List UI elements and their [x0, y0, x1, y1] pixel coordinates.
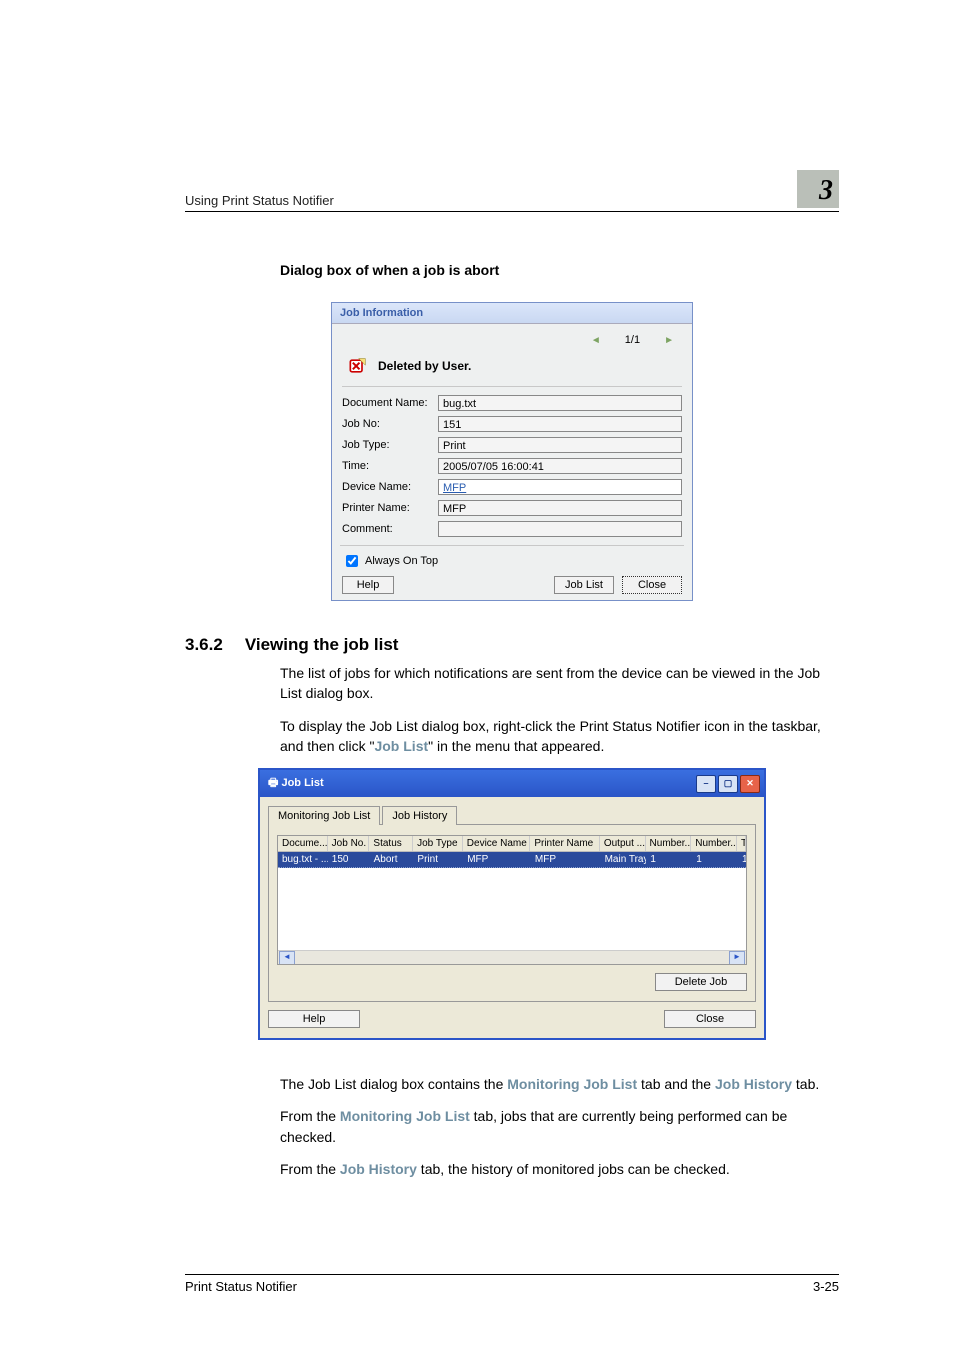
job-type-field: Print — [438, 437, 682, 453]
col-status[interactable]: Status — [369, 836, 413, 851]
job-no-label: Job No: — [342, 418, 438, 430]
scroll-left-icon[interactable]: ◄ — [279, 951, 295, 965]
term-job-history: Job History — [715, 1076, 792, 1092]
job-table: Docume... Job No. Status Job Type Device… — [277, 835, 747, 965]
always-on-top-checkbox[interactable] — [346, 555, 358, 567]
paragraph: The Job List dialog box contains the Mon… — [280, 1074, 839, 1094]
job-list-button[interactable]: Job List — [554, 576, 614, 594]
section-number: 3.6.2 — [185, 635, 223, 655]
maximize-button[interactable]: ▢ — [718, 775, 738, 793]
close-window-button[interactable]: ✕ — [740, 775, 760, 793]
help-button[interactable]: Help — [268, 1010, 360, 1028]
paragraph: From the Job History tab, the history of… — [280, 1159, 839, 1179]
help-button[interactable]: Help — [342, 576, 394, 594]
paragraph: From the Monitoring Job List tab, jobs t… — [280, 1106, 839, 1147]
page-count: 1/1 — [625, 334, 640, 346]
close-button[interactable]: Close — [622, 576, 682, 594]
term-monitoring-job-list: Monitoring Job List — [507, 1076, 637, 1092]
job-no-field: 151 — [438, 416, 682, 432]
app-icon: 🖶 — [268, 777, 281, 789]
window-titlebar: 🖶 Job List – ▢ ✕ — [260, 770, 764, 797]
next-arrow-icon[interactable]: ► — [658, 335, 680, 346]
delete-status-icon — [346, 356, 368, 376]
col-job-no[interactable]: Job No. — [328, 836, 370, 851]
time-field: 2005/07/05 16:00:41 — [438, 458, 682, 474]
document-name-label: Document Name: — [342, 397, 438, 409]
job-information-dialog: Job Information ◄ 1/1 ► — [331, 302, 693, 601]
term-job-history: Job History — [340, 1161, 417, 1177]
printer-name-field: MFP — [438, 500, 682, 516]
comment-label: Comment: — [342, 523, 438, 535]
col-output[interactable]: Output ... — [600, 836, 646, 851]
col-printer-name[interactable]: Printer Name — [530, 836, 600, 851]
tab-job-history[interactable]: Job History — [382, 806, 457, 825]
paragraph: The list of jobs for which notifications… — [280, 663, 839, 704]
running-header-text: Using Print Status Notifier — [185, 193, 334, 208]
dialog-title: Job Information — [332, 303, 692, 324]
status-message: Deleted by User. — [378, 359, 471, 373]
page-navigator: ◄ 1/1 ► — [342, 332, 682, 352]
section-title: Viewing the job list — [245, 635, 399, 655]
chapter-number: 3 — [819, 175, 833, 206]
comment-field — [438, 521, 682, 537]
tab-monitoring-job-list[interactable]: Monitoring Job List — [268, 806, 380, 825]
delete-job-button[interactable]: Delete Job — [655, 973, 747, 991]
prev-arrow-icon[interactable]: ◄ — [585, 335, 607, 346]
page-footer: Print Status Notifier 3-25 — [185, 1274, 839, 1294]
col-number-copies[interactable]: Number... — [646, 836, 692, 851]
section-heading: 3.6.2 Viewing the job list — [185, 635, 839, 655]
term-monitoring-job-list: Monitoring Job List — [340, 1108, 470, 1124]
col-number-pages[interactable]: Number... — [691, 836, 737, 851]
running-header: Using Print Status Notifier 3 — [185, 170, 839, 212]
job-type-label: Job Type: — [342, 439, 438, 451]
term-job-list: Job List — [374, 738, 428, 754]
paragraph: To display the Job List dialog box, righ… — [280, 716, 839, 757]
minimize-button[interactable]: – — [696, 775, 716, 793]
status-row: Deleted by User. — [342, 352, 682, 387]
footer-right: 3-25 — [813, 1279, 839, 1294]
subsection-heading: Dialog box of when a job is abort — [280, 262, 839, 278]
window-title: Job List — [281, 777, 323, 789]
footer-left: Print Status Notifier — [185, 1279, 297, 1294]
horizontal-scrollbar[interactable]: ◄ ► — [278, 950, 746, 964]
col-job-type[interactable]: Job Type — [413, 836, 463, 851]
printer-name-label: Printer Name: — [342, 502, 438, 514]
job-list-window: 🖶 Job List – ▢ ✕ Monitoring Job List Job… — [258, 768, 766, 1040]
time-label: Time: — [342, 460, 438, 472]
table-header-row: Docume... Job No. Status Job Type Device… — [278, 836, 746, 852]
device-name-field[interactable]: MFP — [438, 479, 682, 495]
table-row[interactable]: bug.txt - ... 150 Abort Print MFP MFP Ma… — [278, 852, 746, 868]
document-name-field: bug.txt — [438, 395, 682, 411]
chapter-badge: 3 — [797, 170, 839, 208]
always-on-top-label: Always On Top — [365, 555, 438, 567]
col-device-name[interactable]: Device Name — [463, 836, 531, 851]
scroll-right-icon[interactable]: ► — [729, 951, 745, 965]
close-button[interactable]: Close — [664, 1010, 756, 1028]
col-time-start[interactable]: Time St... — [737, 836, 746, 851]
col-document[interactable]: Docume... — [278, 836, 328, 851]
device-name-label: Device Name: — [342, 481, 438, 493]
